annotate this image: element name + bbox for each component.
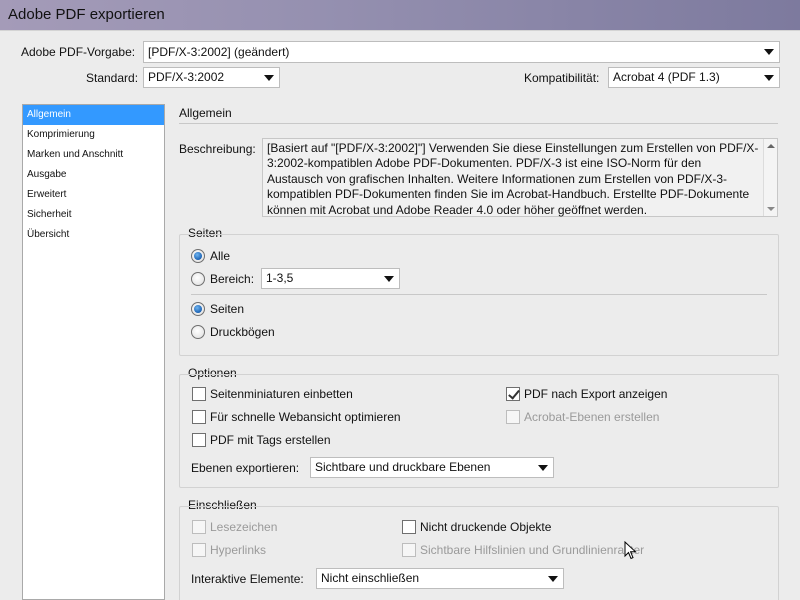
pages-range-label[interactable]: Bereich: <box>210 272 254 286</box>
bookmarks-label: Lesezeichen <box>210 520 278 534</box>
window-title: Adobe PDF exportieren <box>8 6 165 23</box>
scroll-up-icon[interactable] <box>767 144 775 148</box>
chevron-down-icon <box>384 276 394 282</box>
fast-web-checkbox[interactable] <box>192 410 206 424</box>
sidebar-item-komprimierung[interactable]: Komprimierung <box>23 125 164 145</box>
compat-select[interactable]: Acrobat 4 (PDF 1.3) <box>608 67 780 88</box>
sidebar-item-ausgabe[interactable]: Ausgabe <box>23 165 164 185</box>
interactive-value: Nicht einschließen <box>321 571 420 585</box>
compat-label: Kompatibilität: <box>524 71 600 85</box>
pages-range-value: 1-3,5 <box>266 271 294 285</box>
sidebar-item-marken[interactable]: Marken und Anschnitt <box>23 145 164 165</box>
panel-title: Allgemein <box>179 106 232 120</box>
pages-divider <box>191 294 767 295</box>
hyperlinks-label: Hyperlinks <box>210 543 267 557</box>
tagged-pdf-label[interactable]: PDF mit Tags erstellen <box>210 433 331 447</box>
pages-range-input[interactable]: 1-3,5 <box>261 268 400 289</box>
description-scrollbar[interactable] <box>763 139 777 216</box>
sidebar-item-label: Erweitert <box>27 189 67 200</box>
guides-label: Sichtbare Hilfslinien und Grundlinienras… <box>420 543 645 557</box>
pages-all-label[interactable]: Alle <box>210 249 230 263</box>
standard-value: PDF/X-3:2002 <box>148 70 225 84</box>
pages-range-radio[interactable] <box>191 272 205 286</box>
sidebar-item-label: Allgemein <box>27 109 71 120</box>
view-after-export-label[interactable]: PDF nach Export anzeigen <box>524 387 667 401</box>
preset-label: Adobe PDF-Vorgabe: <box>21 45 136 59</box>
sidebar-item-label: Komprimierung <box>27 129 95 140</box>
sidebar-item-uebersicht[interactable]: Übersicht <box>23 225 164 245</box>
pages-spreads-label[interactable]: Druckbögen <box>210 325 275 339</box>
acrobat-layers-checkbox <box>506 410 520 424</box>
sidebar-item-label: Sicherheit <box>27 209 72 220</box>
sidebar-item-allgemein[interactable]: Allgemein <box>23 105 164 125</box>
nonprinting-label[interactable]: Nicht druckende Objekte <box>420 520 551 534</box>
panel-title-divider <box>179 123 778 124</box>
preset-select[interactable]: [PDF/X-3:2002] (geändert) <box>143 41 780 63</box>
chevron-down-icon <box>548 576 558 582</box>
scroll-down-icon[interactable] <box>767 207 775 211</box>
pages-pages-radio[interactable] <box>191 302 205 316</box>
export-dialog: Adobe PDF-Vorgabe: [PDF/X-3:2002] (geänd… <box>0 30 800 600</box>
title-bar: Adobe PDF exportieren <box>0 0 800 30</box>
guides-checkbox <box>402 543 416 557</box>
pages-spreads-radio[interactable] <box>191 325 205 339</box>
fast-web-label[interactable]: Für schnelle Webansicht optimieren <box>210 410 401 424</box>
export-layers-select[interactable]: Sichtbare und druckbare Ebenen <box>310 457 554 478</box>
embed-thumbnails-checkbox[interactable] <box>192 387 206 401</box>
sidebar-item-sicherheit[interactable]: Sicherheit <box>23 205 164 225</box>
pages-all-radio[interactable] <box>191 249 205 263</box>
chevron-down-icon <box>264 75 274 81</box>
tagged-pdf-checkbox[interactable] <box>192 433 206 447</box>
description-text: [Basiert auf "[PDF/X-3:2002]"] Verwenden… <box>267 141 759 217</box>
export-layers-label: Ebenen exportieren: <box>191 461 300 475</box>
embed-thumbnails-label[interactable]: Seitenminiaturen einbetten <box>210 387 353 401</box>
sidebar-item-label: Übersicht <box>27 229 70 240</box>
standard-select[interactable]: PDF/X-3:2002 <box>143 67 280 88</box>
bookmarks-checkbox <box>192 520 206 534</box>
description-textarea[interactable]: [Basiert auf "[PDF/X-3:2002]"] Verwenden… <box>262 138 778 217</box>
preset-value: [PDF/X-3:2002] (geändert) <box>148 45 290 59</box>
chevron-down-icon <box>764 49 774 55</box>
interactive-label: Interaktive Elemente: <box>191 572 304 586</box>
standard-label: Standard: <box>86 71 139 85</box>
compat-value: Acrobat 4 (PDF 1.3) <box>613 70 720 84</box>
chevron-down-icon <box>538 465 548 471</box>
hyperlinks-checkbox <box>192 543 206 557</box>
sidebar-item-label: Marken und Anschnitt <box>27 149 124 160</box>
pages-pages-label[interactable]: Seiten <box>210 302 244 316</box>
sidebar-item-erweitert[interactable]: Erweitert <box>23 185 164 205</box>
chevron-down-icon <box>764 75 774 81</box>
mouse-pointer-icon <box>624 541 637 560</box>
view-after-export-checkbox[interactable] <box>506 387 520 401</box>
category-list: Allgemein Komprimierung Marken und Ansch… <box>22 104 165 600</box>
sidebar-item-label: Ausgabe <box>27 169 67 180</box>
export-layers-value: Sichtbare und druckbare Ebenen <box>315 460 491 474</box>
description-label: Beschreibung: <box>179 142 256 156</box>
acrobat-layers-label: Acrobat-Ebenen erstellen <box>524 410 660 424</box>
nonprinting-checkbox[interactable] <box>402 520 416 534</box>
interactive-select[interactable]: Nicht einschließen <box>316 568 564 589</box>
